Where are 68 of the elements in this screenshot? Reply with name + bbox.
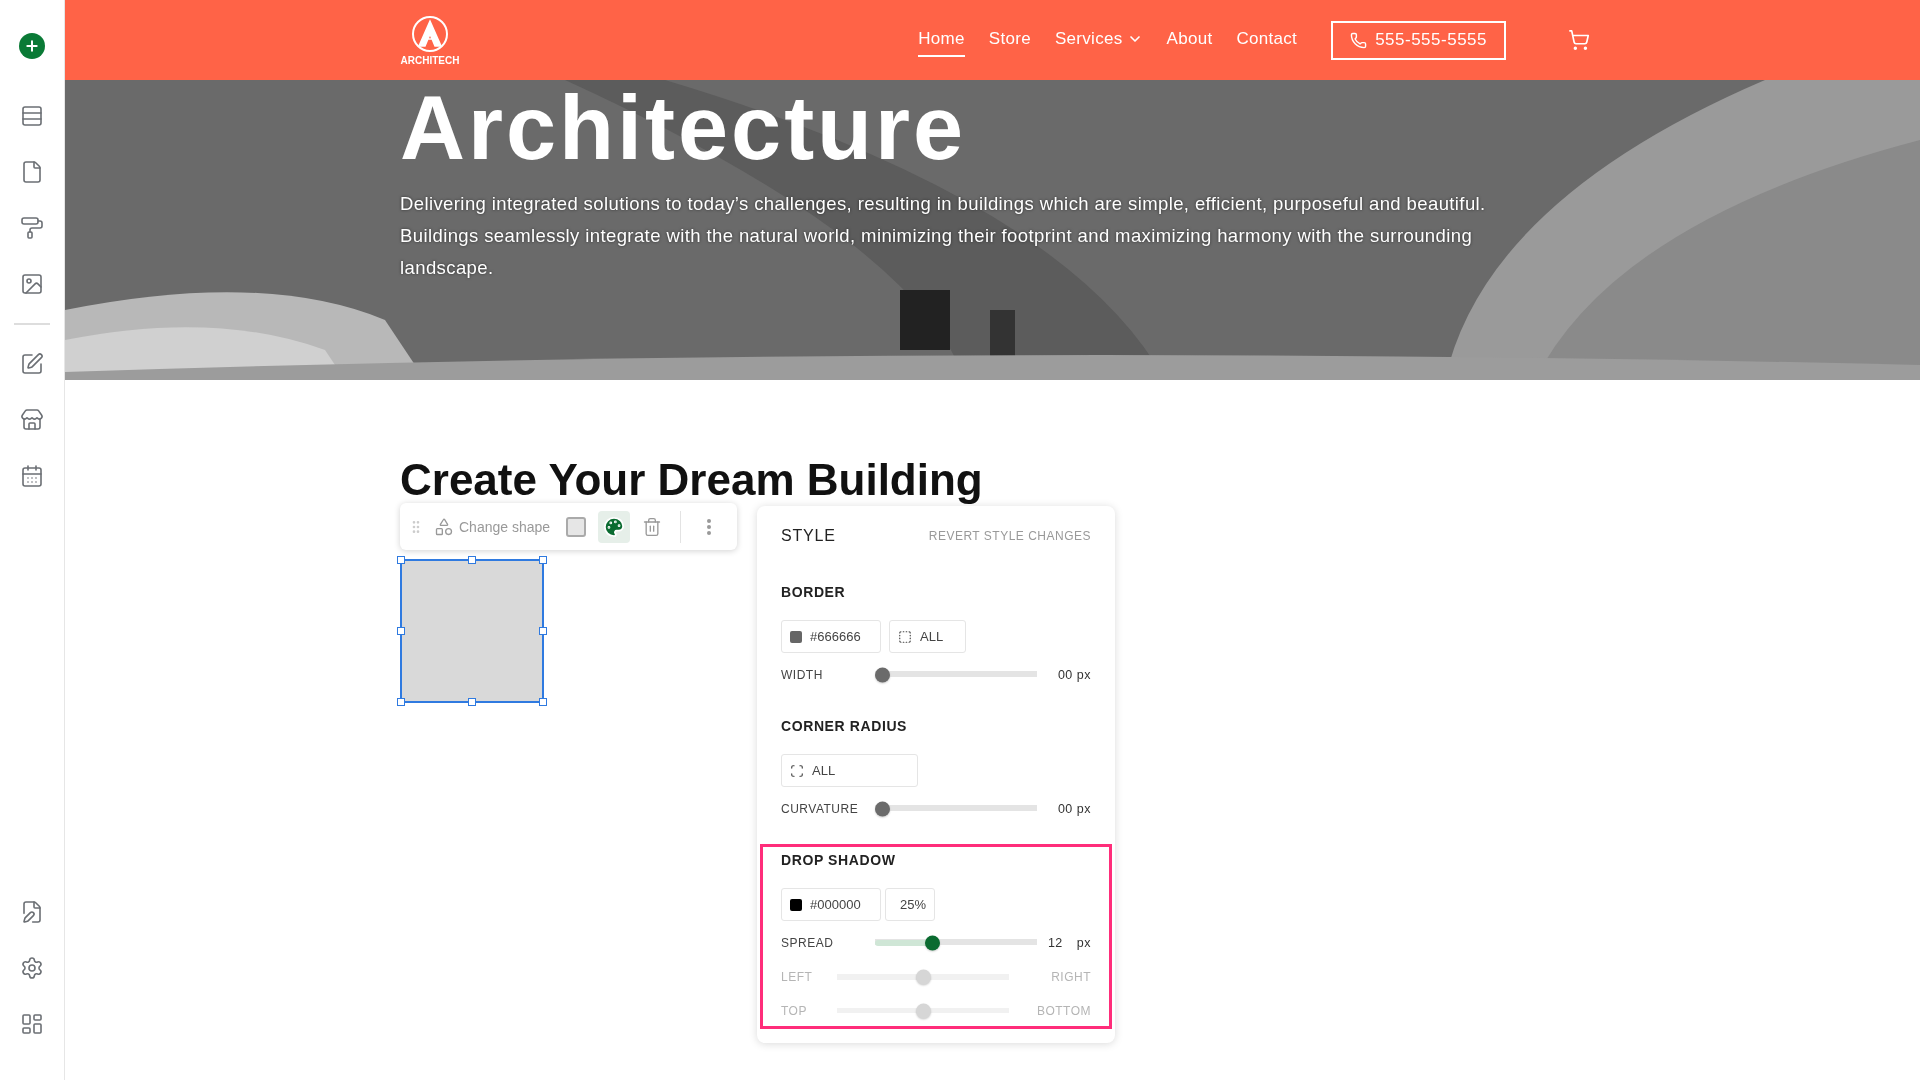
section-title: BORDER xyxy=(781,584,847,601)
resize-handle[interactable] xyxy=(468,556,476,564)
nav-link[interactable]: Contact xyxy=(1236,23,1298,57)
settings-icon xyxy=(20,956,44,980)
color-field[interactable]: #000000 xyxy=(781,888,881,921)
change-shape-button[interactable]: Change shape xyxy=(430,510,555,543)
slider-handle[interactable] xyxy=(875,667,890,682)
style-button[interactable] xyxy=(598,510,631,543)
opacity-field[interactable]: 25% xyxy=(885,888,935,921)
selected-shape[interactable] xyxy=(400,559,544,703)
hero-title: Architecture xyxy=(400,82,968,174)
plus-icon xyxy=(24,38,40,54)
slider-value: 00 px xyxy=(1057,667,1091,682)
logo-text: ARCHITECH xyxy=(400,54,460,66)
calendar-icon xyxy=(20,464,44,488)
slider-label: RIGHT xyxy=(1051,969,1091,984)
section-title: CORNER RADIUS xyxy=(781,718,909,735)
page-icon xyxy=(20,160,44,184)
nav-link[interactable]: Store xyxy=(988,23,1031,57)
sides-field[interactable]: ALL xyxy=(889,620,966,653)
nav-link[interactable]: Home xyxy=(918,23,965,57)
corners-field[interactable]: ALL xyxy=(781,754,918,787)
unit-label: px xyxy=(1076,935,1091,950)
trash-icon xyxy=(642,516,663,537)
cart-button[interactable] xyxy=(1568,29,1590,51)
section-heading: Create Your Dream Building xyxy=(400,458,984,502)
sides-icon xyxy=(898,629,912,644)
palette-icon xyxy=(603,515,626,538)
resize-handle[interactable] xyxy=(397,627,405,635)
layout-icon xyxy=(20,1012,44,1036)
resize-handle[interactable] xyxy=(468,698,476,706)
edit-page-icon xyxy=(20,900,44,924)
logo-icon xyxy=(411,14,449,53)
cart-icon xyxy=(1568,29,1590,51)
slider-label: LEFT xyxy=(781,969,814,984)
corners-icon xyxy=(790,763,804,778)
add-button[interactable] xyxy=(19,33,45,59)
slider-value: 12 xyxy=(1047,935,1063,950)
resize-handle[interactable] xyxy=(397,698,405,706)
slider-handle[interactable] xyxy=(875,801,890,816)
more-icon xyxy=(707,518,712,535)
resize-handle[interactable] xyxy=(539,698,547,706)
slider-label: WIDTH xyxy=(781,667,824,682)
shapes-icon xyxy=(434,516,454,537)
panel-title: STYLE xyxy=(781,527,836,545)
phone-button[interactable]: 555-555-5555 xyxy=(1331,20,1506,60)
paint-roller-icon xyxy=(20,216,44,240)
nav-link[interactable]: About xyxy=(1166,23,1213,57)
resize-handle[interactable] xyxy=(397,556,405,564)
color-field[interactable]: #666666 xyxy=(781,620,881,653)
slider-value: 00 px xyxy=(1057,801,1091,816)
slider-label: CURVATURE xyxy=(781,801,860,816)
resize-handle[interactable] xyxy=(539,556,547,564)
section-title: DROP SHADOW xyxy=(781,852,897,869)
slider-label: SPREAD xyxy=(781,935,835,950)
fill-swatch-button[interactable] xyxy=(566,516,587,537)
rows-icon xyxy=(20,104,44,128)
phone-icon xyxy=(1350,31,1368,49)
slider-handle[interactable] xyxy=(924,935,940,950)
revert-button[interactable]: REVERT STYLE CHANGES xyxy=(928,529,1091,543)
store-icon xyxy=(20,408,44,432)
nav-link[interactable]: Services xyxy=(1054,23,1143,57)
image-icon xyxy=(20,272,44,296)
slider-label: BOTTOM xyxy=(1036,1003,1091,1018)
hero-text: Delivering integrated solutions to today’s challenges, resulting in buildings which are simple, efficient, purposeful and beautiful. Buildings seamlessly integrate with the natural world, minimizing their footprint and maximizing harmony with the surrounding landscape. xyxy=(400,192,1487,280)
slider-label: TOP xyxy=(781,1003,808,1018)
edit-icon xyxy=(20,352,44,376)
resize-handle[interactable] xyxy=(539,627,547,635)
